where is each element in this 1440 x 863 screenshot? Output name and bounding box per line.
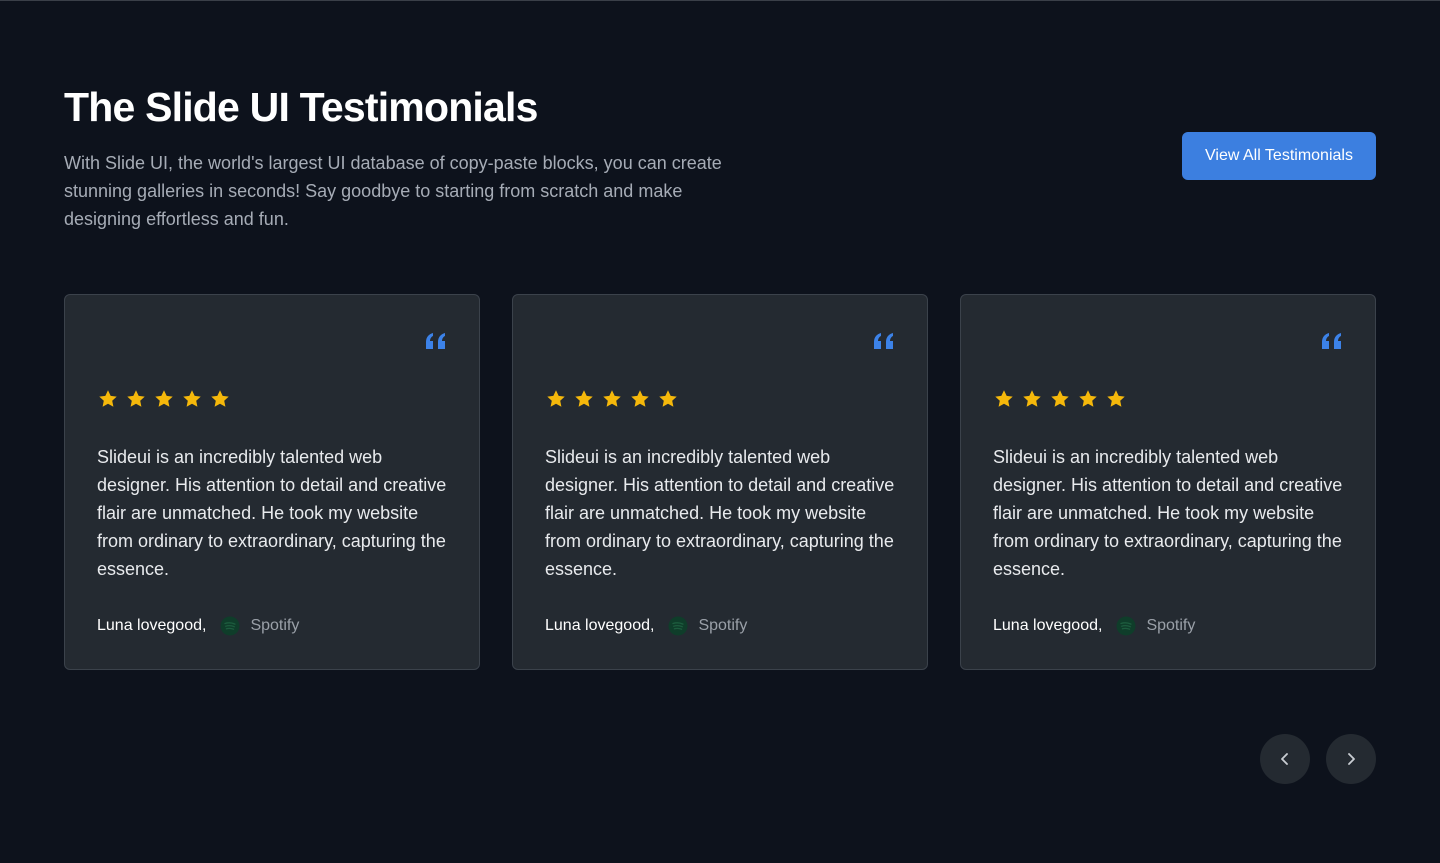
star-icon: [575, 390, 593, 407]
page-subtitle: With Slide UI, the world's largest UI da…: [64, 153, 722, 229]
author-name: Luna lovegood,: [97, 617, 207, 634]
star-icon: [631, 390, 649, 407]
testimonial-text: Slideui is an incredibly talented web de…: [545, 447, 895, 579]
testimonials-section: The Slide UI Testimonials With Slide UI,…: [0, 0, 1440, 863]
star-icon: [1107, 390, 1125, 407]
quote-icon: [1322, 333, 1341, 349]
star-icon: [155, 390, 173, 407]
author-name: Luna lovegood,: [545, 617, 655, 634]
star-icon: [99, 390, 117, 407]
spotify-logo-icon: [668, 616, 688, 636]
star-icon: [603, 390, 621, 407]
star-icon: [183, 390, 201, 407]
quote-icon: [874, 333, 893, 349]
author-row: Luna lovegood, Spotify: [993, 615, 1195, 637]
company-name: Spotify: [250, 617, 300, 634]
author-row: Luna lovegood, Spotify: [97, 615, 299, 637]
testimonial-card: Slideui is an incredibly talented web de…: [512, 294, 928, 670]
section-header: The Slide UI Testimonials With Slide UI,…: [64, 83, 764, 233]
testimonial-card: Slideui is an incredibly talented web de…: [960, 294, 1376, 670]
star-rating: [545, 388, 679, 410]
star-icon: [1079, 390, 1097, 407]
star-icon: [211, 390, 229, 407]
spotify-logo-icon: [220, 616, 240, 636]
star-icon: [1051, 390, 1069, 407]
chevron-left-icon: [1281, 753, 1288, 765]
company-name: Spotify: [698, 617, 748, 634]
testimonial-cards: Slideui is an incredibly talented web de…: [64, 294, 1376, 670]
next-button[interactable]: [1326, 734, 1376, 784]
star-icon: [1023, 390, 1041, 407]
star-rating: [97, 388, 231, 410]
star-icon: [127, 390, 145, 407]
view-all-testimonials-button[interactable]: View All Testimonials: [1182, 132, 1376, 180]
author-row: Luna lovegood, Spotify: [545, 615, 747, 637]
author-name: Luna lovegood,: [993, 617, 1103, 634]
quote-icon: [426, 333, 445, 349]
chevron-right-icon: [1348, 753, 1355, 765]
company-name: Spotify: [1146, 617, 1196, 634]
spotify-logo-icon: [1116, 616, 1136, 636]
testimonial-text: Slideui is an incredibly talented web de…: [97, 447, 447, 579]
testimonial-card: Slideui is an incredibly talented web de…: [64, 294, 480, 670]
page-title: The Slide UI Testimonials: [64, 84, 538, 130]
star-icon: [995, 390, 1013, 407]
star-icon: [547, 390, 565, 407]
star-icon: [659, 390, 677, 407]
previous-button[interactable]: [1260, 734, 1310, 784]
testimonial-text: Slideui is an incredibly talented web de…: [993, 447, 1343, 579]
star-rating: [993, 388, 1127, 410]
